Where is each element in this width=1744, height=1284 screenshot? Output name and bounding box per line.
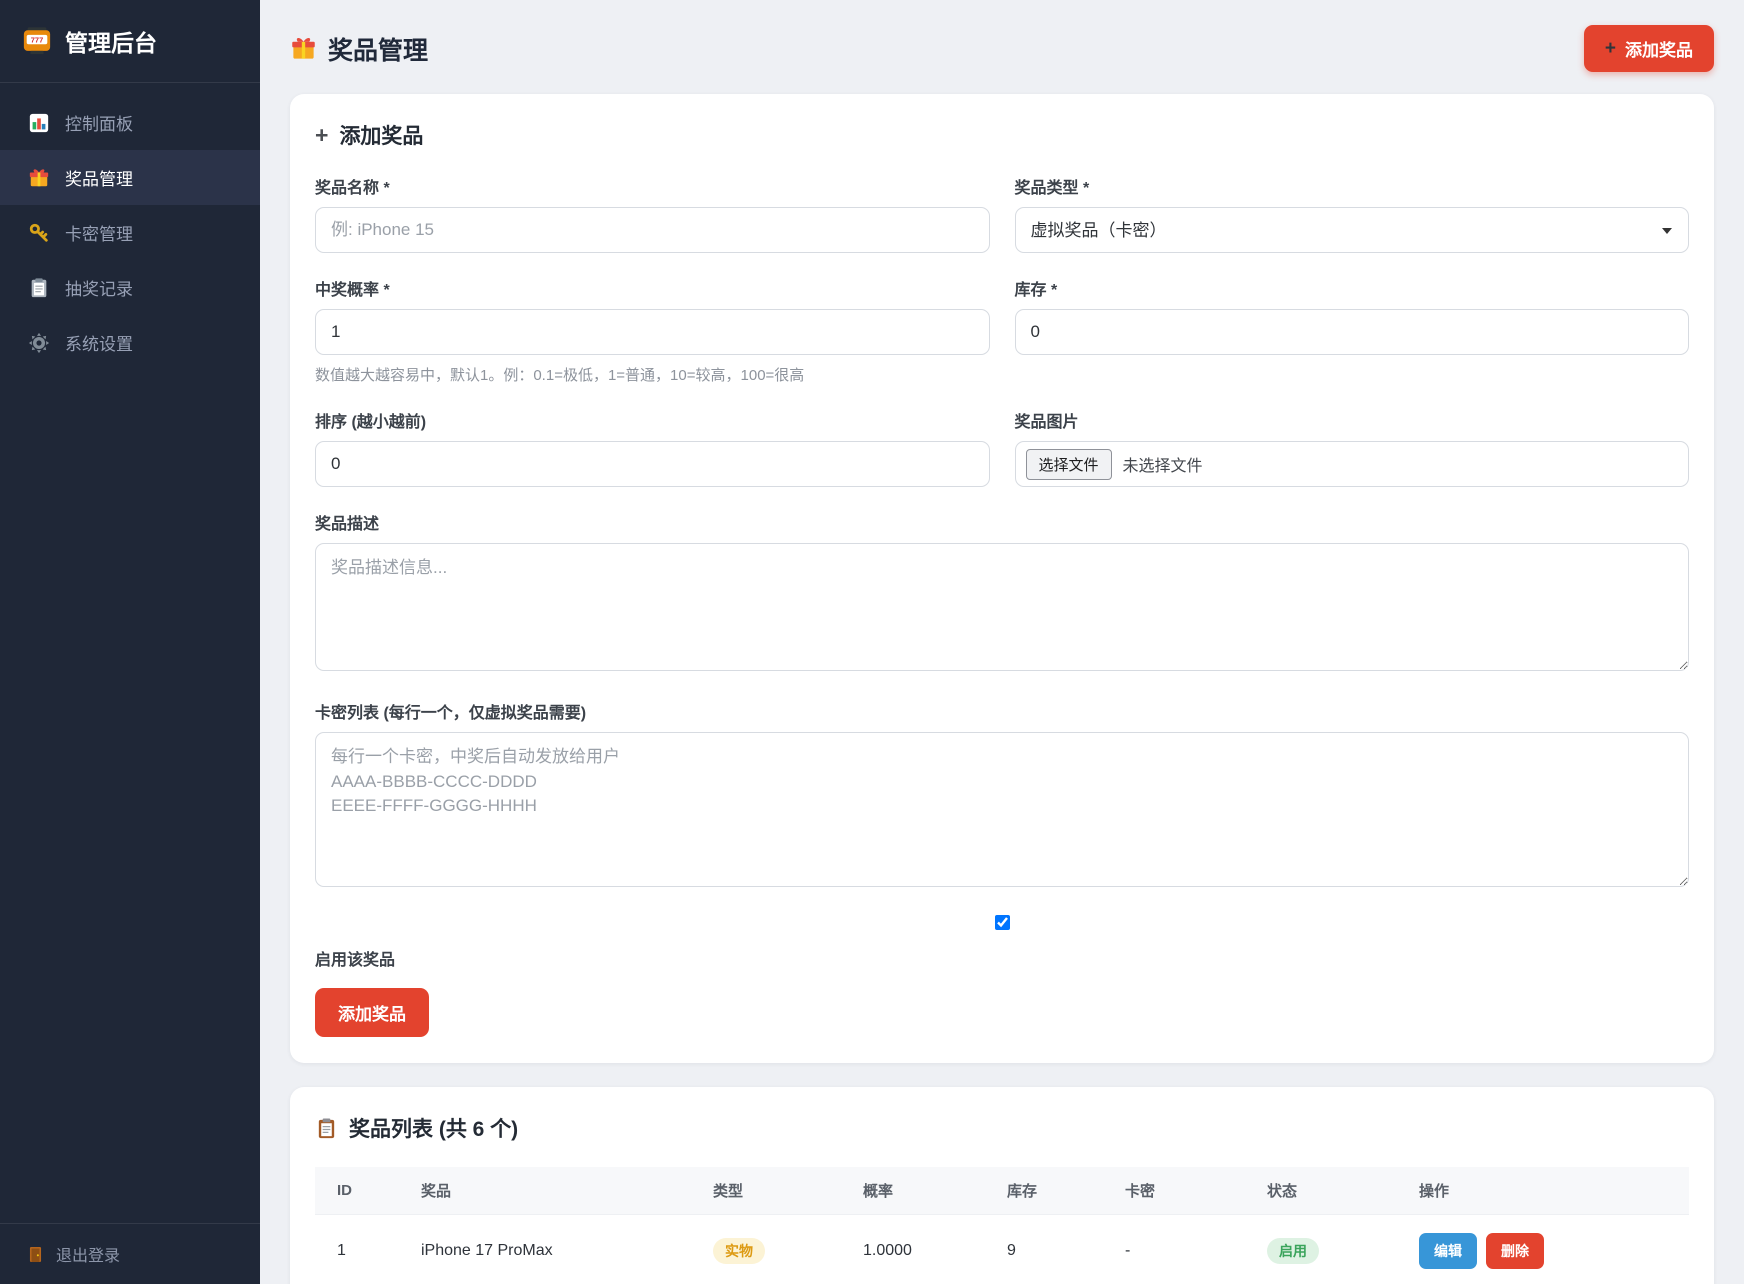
kami-list-label: 卡密列表 (每行一个，仅虚拟奖品需要) xyxy=(315,705,587,722)
logout-label: 退出登录 xyxy=(56,1248,121,1265)
image-label: 奖品图片 xyxy=(1014,414,1079,431)
col-prize: 奖品 xyxy=(407,1167,699,1215)
plus-icon: + xyxy=(315,121,329,148)
add-prize-header-label: 添加奖品 xyxy=(1625,41,1693,60)
form-grid: 奖品名称 * 奖品类型 * 虚拟奖品（卡密） 中奖概率 * 数值越大越容易中，默… xyxy=(315,174,1689,510)
field-image: 奖品图片 选择文件 未选择文件 xyxy=(1014,408,1689,487)
stock-input[interactable] xyxy=(1014,309,1689,355)
probability-label: 中奖概率 * xyxy=(315,282,390,299)
prize-table: ID 奖品 类型 概率 库存 卡密 状态 操作 1 iPhone 17 ProM… xyxy=(315,1167,1689,1284)
sidebar-item-prizes[interactable]: 奖品管理 xyxy=(0,150,260,205)
add-prize-form-card: + 添加奖品 奖品名称 * 奖品类型 * 虚拟奖品（卡密） 中奖概率 * 数值越… xyxy=(290,94,1714,1063)
edit-button[interactable]: 编辑 xyxy=(1419,1233,1477,1269)
sort-input[interactable] xyxy=(315,441,990,487)
app-logo: 777 管理后台 xyxy=(0,0,260,83)
gear-icon xyxy=(28,332,50,354)
stock-label: 库存 * xyxy=(1014,282,1058,299)
cell-prize-name: iPhone 17 ProMax xyxy=(407,1214,699,1284)
sidebar: 777 管理后台 控制面板 奖品管理 卡密管理 抽奖记录 系统设置 退出登录 xyxy=(0,0,260,1284)
field-prize-name: 奖品名称 * xyxy=(315,174,990,253)
cell-id: 1 xyxy=(315,1214,407,1284)
table-row: 1 iPhone 17 ProMax 实物 1.0000 9 - 启用 编辑 删除 xyxy=(315,1214,1689,1284)
list-card-title: 奖品列表 (共 6 个) xyxy=(315,1113,1689,1143)
sidebar-item-label: 控制面板 xyxy=(65,115,133,134)
prize-type-label: 奖品类型 * xyxy=(1014,180,1090,197)
field-kami-list: 卡密列表 (每行一个，仅虚拟奖品需要) xyxy=(315,699,1689,892)
sidebar-item-dashboard[interactable]: 控制面板 xyxy=(0,95,260,150)
probability-hint: 数值越大越容易中，默认1。例：0.1=极低，1=普通，10=较高，100=很高 xyxy=(315,367,805,384)
cell-stock: 9 xyxy=(993,1214,1111,1284)
clipboard-icon xyxy=(28,277,50,299)
page-title-text: 奖品管理 xyxy=(328,36,429,65)
list-card-title-text: 奖品列表 (共 6 个) xyxy=(349,1118,519,1141)
door-icon xyxy=(26,1245,45,1264)
type-badge-physical: 实物 xyxy=(713,1237,765,1265)
sidebar-item-label: 卡密管理 xyxy=(65,225,133,244)
prize-name-label: 奖品名称 * xyxy=(315,180,390,197)
gift-icon xyxy=(28,167,50,189)
col-actions: 操作 xyxy=(1405,1167,1689,1215)
sort-label: 排序 (越小越前) xyxy=(315,414,427,431)
field-description: 奖品描述 xyxy=(315,510,1689,676)
svg-text:777: 777 xyxy=(31,36,44,45)
description-label: 奖品描述 xyxy=(315,516,380,533)
main-content: 奖品管理 + 添加奖品 + 添加奖品 奖品名称 * 奖品类型 * 虚拟奖品（卡密… xyxy=(260,0,1744,1284)
sidebar-item-label: 奖品管理 xyxy=(65,170,133,189)
cell-probability: 1.0000 xyxy=(849,1214,993,1284)
sidebar-item-cards[interactable]: 卡密管理 xyxy=(0,205,260,260)
page-header: 奖品管理 + 添加奖品 xyxy=(290,0,1714,94)
prize-type-select-wrap: 虚拟奖品（卡密） xyxy=(1014,207,1689,253)
sidebar-item-label: 系统设置 xyxy=(65,335,133,354)
add-prize-header-button[interactable]: + 添加奖品 xyxy=(1583,25,1714,72)
prize-type-select[interactable]: 虚拟奖品（卡密） xyxy=(1014,207,1689,253)
col-probability: 概率 xyxy=(849,1167,993,1215)
status-badge: 启用 xyxy=(1267,1237,1319,1265)
form-card-title: + 添加奖品 xyxy=(315,120,1689,150)
field-prize-type: 奖品类型 * 虚拟奖品（卡密） xyxy=(1014,174,1689,253)
delete-button[interactable]: 删除 xyxy=(1486,1233,1544,1269)
plus-icon: + xyxy=(1604,38,1616,59)
bar-chart-icon xyxy=(28,112,50,134)
enable-prize-checkbox[interactable] xyxy=(994,915,1010,930)
field-stock: 库存 * xyxy=(1014,276,1689,385)
no-file-text: 未选择文件 xyxy=(1122,458,1203,475)
app-title: 管理后台 xyxy=(65,30,157,56)
choose-file-button[interactable]: 选择文件 xyxy=(1025,448,1112,480)
image-file-input[interactable]: 选择文件 未选择文件 xyxy=(1014,441,1689,487)
table-header-row: ID 奖品 类型 概率 库存 卡密 状态 操作 xyxy=(315,1167,1689,1215)
kami-list-textarea[interactable] xyxy=(315,732,1689,887)
col-status: 状态 xyxy=(1253,1167,1405,1215)
clipboard-icon xyxy=(315,1117,338,1140)
col-id: ID xyxy=(315,1167,407,1215)
sidebar-item-label: 抽奖记录 xyxy=(65,280,133,299)
logout-button[interactable]: 退出登录 xyxy=(0,1223,260,1284)
sidebar-item-settings[interactable]: 系统设置 xyxy=(0,315,260,370)
form-card-title-text: 添加奖品 xyxy=(339,125,424,148)
prize-name-input[interactable] xyxy=(315,207,990,253)
enable-prize-label: 启用该奖品 xyxy=(315,952,396,969)
submit-add-prize-button[interactable]: 添加奖品 xyxy=(315,988,429,1037)
sidebar-menu: 控制面板 奖品管理 卡密管理 抽奖记录 系统设置 xyxy=(0,83,260,1223)
col-type: 类型 xyxy=(699,1167,849,1215)
slot-machine-icon: 777 xyxy=(22,26,52,56)
field-probability: 中奖概率 * 数值越大越容易中，默认1。例：0.1=极低，1=普通，10=较高，… xyxy=(315,276,990,385)
cell-kami: - xyxy=(1111,1214,1253,1284)
description-textarea[interactable] xyxy=(315,543,1689,671)
sidebar-item-records[interactable]: 抽奖记录 xyxy=(0,260,260,315)
col-kami: 卡密 xyxy=(1111,1167,1253,1215)
page-title: 奖品管理 xyxy=(290,31,428,67)
key-icon xyxy=(28,222,50,244)
col-stock: 库存 xyxy=(993,1167,1111,1215)
field-sort: 排序 (越小越前) xyxy=(315,408,990,487)
probability-input[interactable] xyxy=(315,309,990,355)
prize-list-card: 奖品列表 (共 6 个) ID 奖品 类型 概率 库存 卡密 状态 操作 1 i… xyxy=(290,1087,1714,1284)
gift-icon xyxy=(290,35,317,62)
